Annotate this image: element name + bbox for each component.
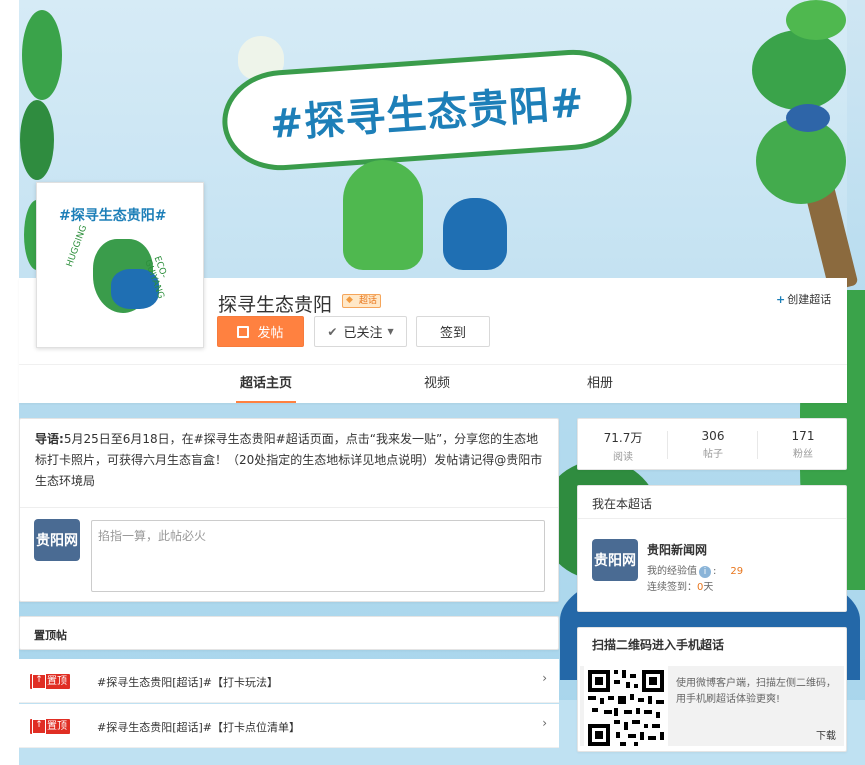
chevron-right-icon: › bbox=[542, 671, 547, 685]
intro-body: 5月25日至6月18日，在#探寻生态贵阳#超话页面，点击“我来发一贴”，分享您的… bbox=[35, 432, 543, 488]
pinned-title: 置顶帖 bbox=[34, 629, 67, 642]
create-supertopic-label: 创建超话 bbox=[787, 293, 832, 306]
stat-posts[interactable]: 306 帖子 bbox=[668, 419, 758, 471]
tab-home[interactable]: 超话主页 bbox=[236, 365, 296, 403]
sign-in-button[interactable]: 签到 bbox=[416, 316, 490, 347]
follow-button-label: 已关注 bbox=[343, 326, 383, 341]
check-icon: ✔ bbox=[327, 324, 338, 339]
tab-video[interactable]: 视频 bbox=[412, 365, 462, 403]
pinned-post-title: #探寻生态贵阳[超话]#【打卡玩法】 bbox=[97, 676, 279, 689]
tab-album[interactable]: 相册 bbox=[575, 365, 625, 403]
stat-posts-label: 帖子 bbox=[703, 449, 723, 460]
avatar-hashtag: #探寻生态贵阳# bbox=[59, 208, 167, 224]
supertopic-badge: 超话 bbox=[342, 294, 382, 308]
experience-label: 我的经验值 bbox=[647, 566, 697, 577]
intro-text: 导语:5月25日至6月18日，在#探寻生态贵阳#超话页面，点击“我来发一贴”，分… bbox=[35, 429, 547, 492]
tab-home-label: 超话主页 bbox=[239, 376, 292, 391]
foliage-left bbox=[20, 100, 54, 180]
blue-character-illustration bbox=[443, 198, 507, 270]
green-character-illustration bbox=[343, 160, 423, 270]
tab-album-label: 相册 bbox=[586, 376, 613, 391]
my-avatar[interactable]: 贵阳网 bbox=[592, 539, 638, 581]
edit-icon bbox=[237, 325, 250, 338]
plus-icon: + bbox=[776, 293, 786, 306]
divider bbox=[20, 507, 558, 508]
stat-reads-label: 阅读 bbox=[613, 452, 633, 463]
qr-code-icon bbox=[584, 666, 668, 750]
stat-reads-value: 71.7万 bbox=[603, 431, 643, 445]
topic-title: 探寻生态贵阳 bbox=[218, 294, 333, 316]
follow-button[interactable]: ✔ 已关注 ▼ bbox=[314, 316, 407, 347]
tab-video-label: 视频 bbox=[423, 376, 450, 391]
topic-stats: 71.7万 阅读 306 帖子 171 粉丝 bbox=[577, 418, 847, 470]
chevron-down-icon: ▼ bbox=[387, 327, 394, 336]
my-experience: 我的经验值 i:29 bbox=[647, 566, 744, 578]
stat-fans[interactable]: 171 粉丝 bbox=[758, 419, 848, 471]
my-membership-card: 我在本超话 贵阳网 贵阳新闻网 我的经验值 i:29 连续签到：0天 bbox=[577, 485, 847, 612]
post-button-label: 发帖 bbox=[257, 326, 284, 341]
qr-description: 使用微博客户端，扫描左侧二维码，用手机刷超话体验更爽! bbox=[676, 678, 836, 705]
stat-reads[interactable]: 71.7万 阅读 bbox=[578, 419, 668, 471]
checkin-label: 连续签到： bbox=[647, 582, 697, 593]
stat-posts-value: 306 bbox=[701, 429, 725, 443]
stat-fans-value: 171 bbox=[791, 429, 815, 443]
sign-in-button-label: 签到 bbox=[439, 326, 466, 341]
qr-title: 扫描二维码进入手机超话 bbox=[592, 638, 725, 652]
stat-fans-label: 粉丝 bbox=[793, 449, 813, 460]
my-checkin-streak: 连续签到：0天 bbox=[647, 578, 713, 593]
qr-panel: 使用微博客户端，扫描左侧二维码，用手机刷超话体验更爽! 下载 bbox=[580, 666, 844, 750]
composer-placeholder: 掐指一算，此帖必火 bbox=[98, 529, 207, 543]
tree-canopy bbox=[786, 0, 846, 40]
avatar-side-text-left: HUGGING bbox=[65, 223, 90, 269]
pinned-post-item[interactable]: 置顶 #探寻生态贵阳[超话]#【打卡玩法】 › bbox=[19, 659, 559, 703]
qr-code-image bbox=[584, 666, 668, 750]
pinned-badge: 置顶 bbox=[30, 674, 70, 689]
checkin-unit: 天 bbox=[703, 582, 714, 593]
my-username[interactable]: 贵阳新闻网 bbox=[647, 541, 707, 558]
post-button[interactable]: 发帖 bbox=[217, 316, 304, 347]
qr-code-card: 扫描二维码进入手机超话 使用微博客户端，扫描左侧二维码，用手机刷超话体验更爽! … bbox=[577, 627, 847, 752]
pinned-post-title: #探寻生态贵阳[超话]#【打卡点位清单】 bbox=[97, 721, 301, 734]
topic-avatar[interactable]: #探寻生态贵阳# HUGGING ECO-GUIYANG bbox=[36, 182, 204, 348]
topic-tabs: 超话主页 视频 相册 bbox=[19, 364, 847, 403]
intro-lead: 导语: bbox=[35, 432, 64, 446]
bird-illustration bbox=[786, 104, 830, 132]
info-icon[interactable]: i bbox=[699, 566, 711, 578]
intro-card: 导语:5月25日至6月18日，在#探寻生态贵阳#超话页面，点击“我来发一贴”，分… bbox=[19, 418, 559, 602]
divider bbox=[578, 518, 846, 519]
experience-value: 29 bbox=[730, 566, 744, 577]
my-membership-title: 我在本超话 bbox=[592, 497, 653, 511]
tree-canopy bbox=[752, 30, 846, 110]
post-composer-input[interactable]: 掐指一算，此帖必火 bbox=[91, 520, 545, 592]
banner-hashtag-text: #探寻生态贵阳# bbox=[268, 80, 587, 148]
left-margin bbox=[0, 0, 19, 765]
foliage-left bbox=[22, 10, 62, 100]
user-avatar[interactable]: 贵阳网 bbox=[34, 519, 80, 561]
download-link[interactable]: 下载 bbox=[816, 727, 836, 742]
create-supertopic-link[interactable]: + 创建超话 bbox=[776, 291, 831, 307]
pinned-badge: 置顶 bbox=[30, 719, 70, 734]
chevron-right-icon: › bbox=[542, 716, 547, 730]
pinned-header: 置顶帖 bbox=[19, 616, 559, 650]
pinned-post-item[interactable]: 置顶 #探寻生态贵阳[超话]#【打卡点位清单】 › bbox=[19, 704, 559, 748]
